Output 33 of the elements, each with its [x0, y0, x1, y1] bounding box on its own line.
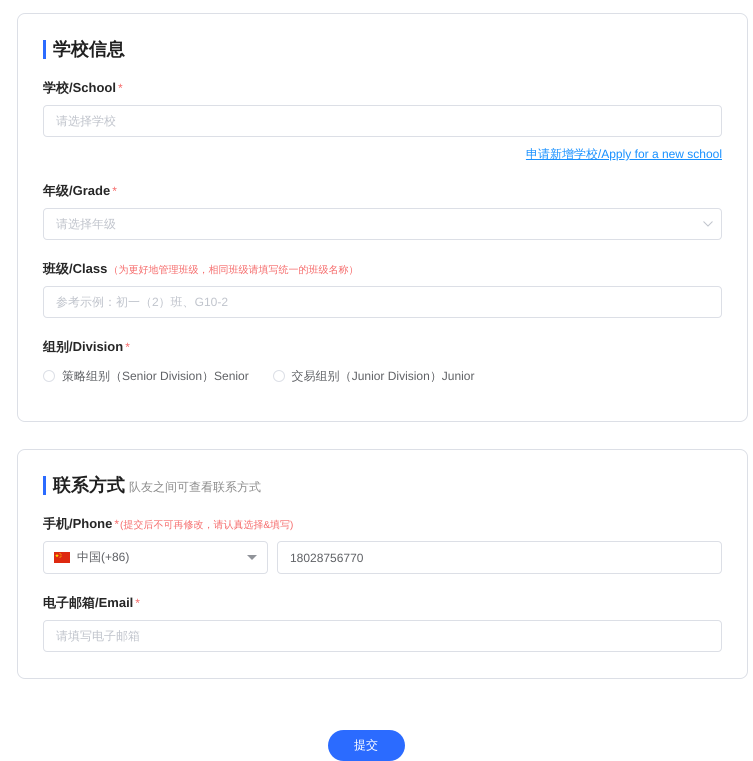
select-field[interactable]: 请选择年级	[43, 208, 722, 240]
chevron-down-icon	[703, 221, 713, 227]
apply-link[interactable]: 申请新增学校/Apply for a new school	[526, 146, 722, 162]
required-mark: *	[112, 183, 117, 200]
title-marker-icon	[43, 40, 46, 59]
section-title: 学校信息	[53, 40, 125, 59]
required-mark: *	[135, 595, 140, 612]
section-subtitle: 队友之间可查看联系方式	[129, 478, 261, 496]
option-label[interactable]: 交易组别（Junior Division）Junior	[292, 368, 474, 384]
field-label: 学校/School	[43, 79, 116, 97]
submit-button[interactable]: 提交	[328, 730, 404, 761]
text-input[interactable]: 参考示例：初一（2）班、G10-2	[43, 286, 722, 318]
field-label: 手机/Phone	[43, 515, 112, 533]
country-select[interactable]: 中国(+86)	[43, 541, 268, 574]
required-mark: *	[125, 339, 130, 356]
field-label: 组别/Division	[43, 338, 124, 356]
section-title: 联系方式	[53, 476, 125, 494]
field-hint: (提交后不可再修改，请认真选择&填写)	[120, 518, 294, 533]
field-label: 电子邮箱/Email	[43, 594, 134, 612]
title-marker-icon	[43, 476, 46, 495]
text-input[interactable]: 请选择学校	[43, 105, 722, 137]
field-hint: （为更好地管理班级，相同班级请填写统一的班级名称）	[108, 264, 358, 278]
flag-icon	[54, 552, 70, 563]
radio-button[interactable]	[43, 370, 55, 382]
caret-down-icon	[247, 555, 257, 560]
required-mark: *	[114, 516, 120, 533]
field-label: 班级/Class	[43, 260, 108, 278]
field-label: 年级/Grade	[43, 182, 110, 200]
radio-button[interactable]	[272, 370, 285, 382]
option-label[interactable]: 策略组别（Senior Division）Senior	[62, 368, 249, 384]
required-mark: *	[118, 80, 123, 97]
phone-input[interactable]: 18028756770	[277, 541, 722, 574]
text-input[interactable]: 请填写电子邮箱	[43, 620, 722, 652]
